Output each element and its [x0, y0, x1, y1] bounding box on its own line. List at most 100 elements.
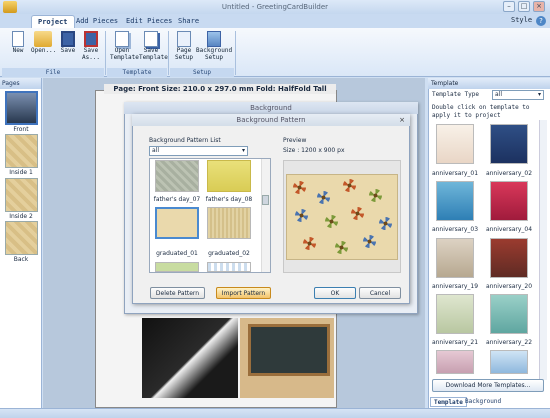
template-label: anniversary_20: [485, 283, 533, 290]
download-templates-button[interactable]: Download More Templates...: [432, 379, 544, 392]
template-label: anniversary_03: [431, 226, 479, 233]
graduation-photo[interactable]: [142, 318, 238, 398]
flower-motif: [351, 207, 364, 220]
pattern-filter-select[interactable]: all ▾: [149, 146, 248, 156]
maximize-icon[interactable]: □: [518, 1, 530, 12]
template-label: anniversary_04: [485, 226, 533, 233]
page-thumb-front[interactable]: [5, 91, 38, 125]
template-thumb[interactable]: [436, 124, 474, 164]
chalkboard-image: [248, 324, 330, 376]
delete-pattern-button[interactable]: Delete Pattern: [150, 287, 205, 299]
flower-motif: [325, 215, 338, 228]
template-label: anniversary_21: [431, 339, 479, 346]
template-thumb[interactable]: [436, 238, 474, 278]
pages-panel-title: Pages: [0, 78, 41, 89]
app-logo-icon[interactable]: [3, 1, 17, 13]
group-setup-label: Setup: [170, 68, 234, 77]
pattern-thumb[interactable]: [155, 160, 199, 192]
template-hint: Double click on template to apply it to …: [432, 104, 530, 119]
flower-motif: [363, 235, 376, 248]
import-pattern-button[interactable]: Import Pattern: [216, 287, 271, 299]
pattern-thumb[interactable]: [207, 207, 251, 239]
page-label-inside-1: Inside 1: [9, 169, 33, 176]
new-doc-icon: [12, 31, 24, 47]
save-as-button[interactable]: Save As...: [79, 31, 103, 61]
ok-button[interactable]: OK: [314, 287, 356, 299]
group-file-label: File: [2, 68, 104, 77]
page-thumb-inside-1[interactable]: [5, 134, 38, 168]
pattern-label: father's day_08: [205, 196, 253, 203]
save-template-label: Save Template: [139, 47, 168, 61]
template-thumb[interactable]: [490, 350, 528, 374]
scrollbar-thumb[interactable]: [262, 195, 269, 205]
page-info-caption: Page: Front Size: 210.0 x 297.0 mm Fold:…: [104, 84, 336, 94]
save-template-button[interactable]: Save Template: [139, 31, 168, 61]
template-thumb[interactable]: [490, 238, 528, 278]
save-icon: [61, 31, 75, 47]
page-thumb-back[interactable]: [5, 221, 38, 255]
template-thumb[interactable]: [490, 294, 528, 334]
save-template-icon: [144, 31, 158, 47]
minimize-icon[interactable]: –: [503, 1, 515, 12]
save-label: Save: [60, 47, 76, 54]
cancel-button[interactable]: Cancel: [359, 287, 401, 299]
preview-label: Preview: [283, 137, 307, 144]
pattern-list-scrollbar[interactable]: [261, 159, 270, 272]
window-title: Untitled - GreetingCardBuilder: [221, 3, 329, 11]
ribbon-separator: [105, 31, 106, 75]
open-button[interactable]: Open...: [31, 31, 56, 54]
close-icon[interactable]: ×: [533, 1, 545, 12]
template-thumb[interactable]: [436, 181, 474, 221]
template-type-value: all: [495, 91, 503, 98]
new-label: New: [12, 47, 24, 54]
tab-share[interactable]: Share: [172, 15, 205, 28]
pattern-list-label: Background Pattern List: [149, 137, 221, 144]
new-button[interactable]: New: [6, 31, 30, 54]
background-setup-button[interactable]: Background Setup: [196, 31, 232, 61]
save-as-label: Save As...: [81, 47, 101, 61]
page-setup-label: Page Setup: [174, 47, 194, 61]
pattern-thumb[interactable]: [207, 160, 251, 192]
status-bar: [0, 408, 550, 418]
tab-add-pieces[interactable]: Add Pieces: [70, 15, 124, 28]
page-label-front: Front: [13, 126, 29, 133]
flower-motif: [379, 217, 392, 230]
open-template-icon: [115, 31, 129, 47]
background-dialog-title: Background: [124, 102, 418, 114]
pattern-thumb-selected[interactable]: [155, 207, 199, 239]
save-button[interactable]: Save: [56, 31, 80, 54]
tab-background[interactable]: Background: [462, 397, 504, 407]
page-setup-button[interactable]: Page Setup: [172, 31, 196, 61]
open-template-button[interactable]: Open Template: [110, 31, 139, 61]
close-icon[interactable]: ×: [397, 115, 407, 125]
background-setup-icon: [207, 31, 221, 47]
flower-motif: [293, 181, 306, 194]
template-type-select[interactable]: all ▾: [492, 90, 544, 100]
page-thumb-inside-2[interactable]: [5, 178, 38, 212]
flower-motif: [369, 189, 382, 202]
template-type-label: Template Type: [432, 91, 479, 98]
template-thumb[interactable]: [490, 124, 528, 164]
pattern-thumb[interactable]: [155, 262, 199, 272]
flower-motif: [317, 191, 330, 204]
template-thumb[interactable]: [436, 350, 474, 374]
page-label-inside-2: Inside 2: [9, 213, 33, 220]
tab-edit-pieces[interactable]: Edit Pieces: [120, 15, 178, 28]
flower-motif: [335, 241, 348, 254]
background-setup-label: Background Setup: [196, 47, 233, 61]
tab-project[interactable]: Project: [31, 15, 75, 28]
page-label-back: Back: [13, 256, 29, 263]
help-icon[interactable]: ?: [536, 16, 546, 26]
template-label: anniversary_19: [431, 283, 479, 290]
style-menu[interactable]: Style: [511, 16, 532, 24]
chevron-down-icon: ▾: [537, 91, 541, 98]
open-template-label: Open Template: [110, 47, 139, 61]
flower-motif: [343, 179, 356, 192]
pattern-filter-value: all: [152, 147, 160, 154]
save-as-icon: [84, 31, 98, 47]
pattern-thumb[interactable]: [207, 262, 251, 272]
template-scrollbar[interactable]: [539, 120, 547, 380]
template-label: anniversary_01: [431, 170, 479, 177]
template-thumb[interactable]: [490, 181, 528, 221]
template-thumb[interactable]: [436, 294, 474, 334]
